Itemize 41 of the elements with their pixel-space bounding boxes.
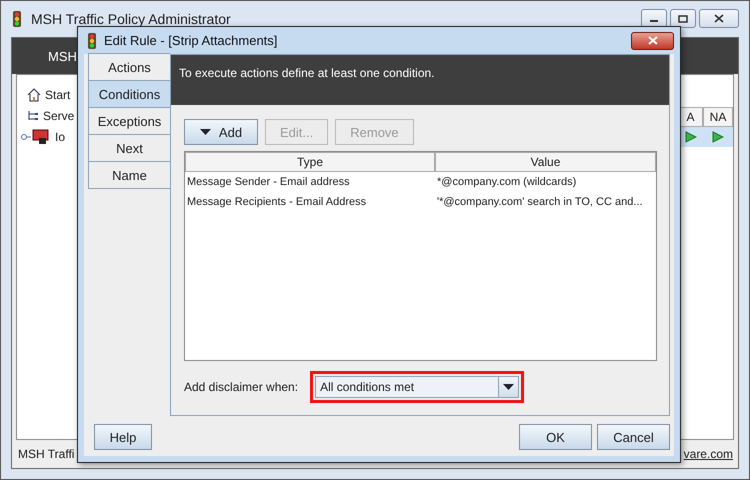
help-button[interactable]: Help [94,424,152,450]
tab[interactable]: Conditions [88,80,170,108]
tab[interactable]: Name [88,161,170,189]
dialog-title: Edit Rule - [Strip Attachments] [104,33,278,48]
column-header[interactable]: NA [703,107,733,127]
column-header[interactable]: Type [185,152,435,172]
website-link[interactable]: vare.com [684,447,733,461]
column-header[interactable]: Value [435,152,656,172]
tab[interactable]: Actions [88,53,170,81]
close-button[interactable] [631,32,674,50]
table-cell-text: Message Recipients - Email Address [186,196,368,208]
dialog-button[interactable]: Cancel [597,424,670,450]
tree-item[interactable]: Io [55,130,66,144]
window-title: MSH Traffic Policy Administrator [31,11,231,27]
maximize-button[interactable] [670,9,696,28]
add-menu-button[interactable]: Add [184,119,258,145]
field-label: Add disclaimer when: [184,380,298,394]
close-icon [648,36,658,45]
toolbar-label: MSH [48,48,77,64]
dropdown-button[interactable] [498,377,518,397]
caret-icon [503,384,514,390]
maximize-icon [678,14,688,22]
info-banner: To execute actions define at least one condition. [171,55,669,105]
traffic-light-icon [86,32,98,48]
server-icon [21,129,51,145]
play-icon [684,131,696,143]
house-icon [27,88,41,102]
condition-dropdown[interactable]: All conditions met [315,376,520,398]
table-cell-text: '*@company.com' search in TO, CC and... [436,196,644,208]
table-cell-text: *@company.com (wildcards) [436,176,578,188]
close-icon [714,14,724,23]
status-text: MSH Traffi [18,447,74,461]
tree-item[interactable]: Serve [43,109,74,123]
caret-icon [200,129,211,135]
dialog-button[interactable]: OK [519,424,592,450]
play-icon [712,131,724,143]
tree-item[interactable]: Start [45,88,70,102]
close-button[interactable] [699,9,739,28]
hierarchy-icon [27,110,39,122]
traffic-light-icon [11,11,23,27]
table-cell-text: Message Sender - Email address [186,176,351,188]
